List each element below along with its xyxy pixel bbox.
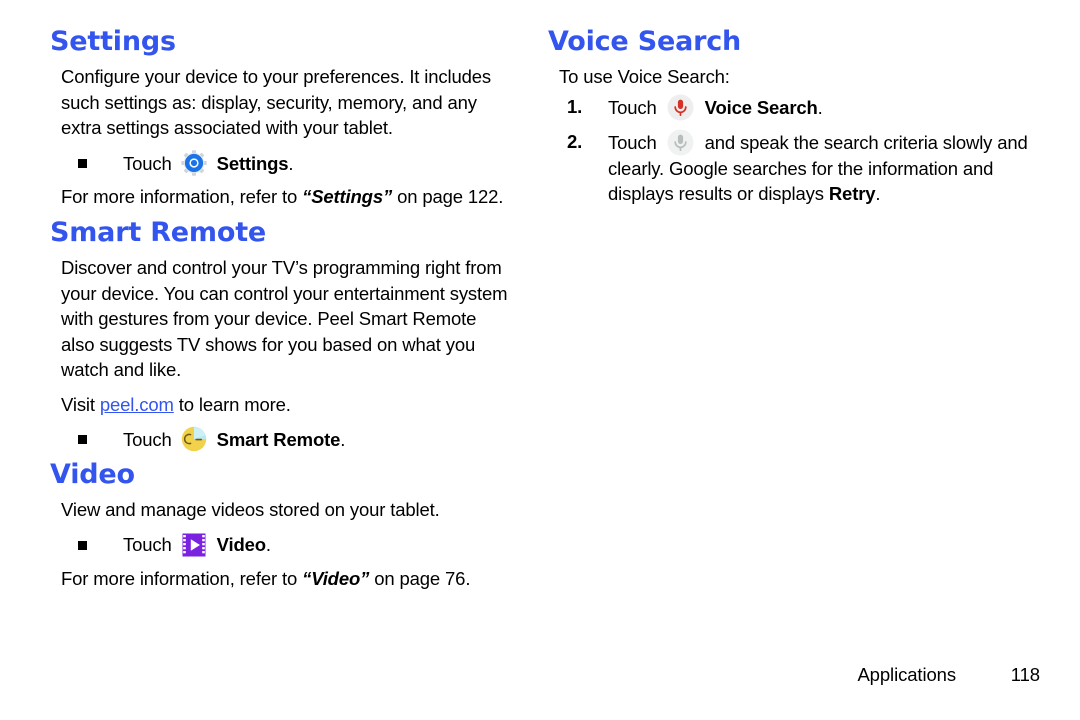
square-bullet-icon	[78, 435, 87, 445]
app-name-settings: Settings	[216, 152, 289, 174]
square-bullet-icon	[78, 540, 87, 550]
two-column-layout: Settings Configure your device to your p…	[0, 26, 1080, 600]
section-voice-search: Voice Search To use Voice Search: 1. Tou…	[548, 26, 1040, 207]
section-settings: Settings Configure your device to your p…	[50, 26, 512, 210]
period: .	[875, 183, 881, 205]
settings-gear-icon[interactable]	[180, 150, 207, 176]
period: .	[340, 429, 346, 451]
peel-com-link[interactable]: peel.com	[100, 394, 174, 415]
xref-lead: For more information, refer to	[61, 567, 298, 589]
xref-tail: on page 76.	[374, 567, 471, 589]
touch-label: Touch	[123, 152, 172, 174]
page-footer: Applications 118	[0, 664, 1080, 686]
bullet-list-settings: Touch Settings.	[50, 150, 512, 177]
bullet-item-smart-remote: Touch Smart Remote.	[50, 426, 512, 453]
cross-reference-settings: For more information, refer to “Settings…	[50, 184, 512, 210]
visit-line-smart-remote: Visit peel.com to learn more.	[50, 392, 512, 418]
paragraph-video: View and manage videos stored on your ta…	[61, 499, 440, 521]
heading-smart-remote: Smart Remote	[50, 216, 267, 248]
xref-lead: For more information, refer to	[61, 186, 298, 208]
touch-label: Touch	[123, 533, 172, 555]
touch-label: Touch	[608, 96, 657, 118]
paragraph-smart-remote: Discover and control your TV’s programmi…	[61, 257, 508, 381]
heading-video: Video	[50, 458, 135, 490]
footer-chapter-name: Applications	[857, 664, 956, 685]
period: .	[288, 152, 294, 174]
heading-voice-search: Voice Search	[548, 26, 742, 57]
xref-title: “Video”	[302, 567, 370, 589]
step-number: 2.	[567, 130, 583, 152]
intro-voice-search: To use Voice Search:	[559, 66, 730, 88]
microphone-gray-icon[interactable]	[667, 129, 694, 156]
left-column: Settings Configure your device to your p…	[0, 26, 520, 600]
microphone-red-icon[interactable]	[667, 94, 694, 121]
heading-settings: Settings	[50, 26, 176, 57]
square-bullet-icon	[78, 158, 87, 168]
document-page: Settings Configure your device to your p…	[0, 0, 1080, 720]
right-column: Voice Search To use Voice Search: 1. Tou…	[520, 26, 1080, 215]
voice-search-bold-text: Voice Search	[704, 96, 818, 118]
xref-title: “Settings”	[302, 186, 393, 208]
footer-page-number: 118	[1010, 664, 1040, 685]
bullet-list-smart-remote: Touch Smart Remote.	[50, 426, 512, 453]
bullet-item-video: Touch Video.	[50, 532, 512, 558]
video-icon[interactable]	[181, 532, 207, 558]
cross-reference-video: For more information, refer to “Video” o…	[50, 566, 512, 592]
step-number: 1.	[567, 95, 583, 117]
xref-tail: on page 122.	[397, 186, 504, 208]
touch-label: Touch	[123, 429, 172, 451]
bullet-item-settings: Touch Settings.	[50, 150, 512, 177]
period: .	[817, 96, 823, 118]
visit-lead: Visit	[61, 393, 95, 415]
numbered-list-voice-search: 1. Touch Voice Search. 2. Touch and spea…	[548, 94, 1040, 207]
retry-bold-text: Retry	[828, 183, 876, 205]
smart-remote-icon[interactable]	[181, 426, 207, 452]
section-video: Video View and manage videos stored on y…	[50, 458, 512, 592]
step-1: 1. Touch Voice Search.	[548, 94, 1040, 121]
visit-tail: to learn more.	[178, 393, 291, 415]
app-name-video: Video	[216, 533, 266, 555]
app-name-smart-remote: Smart Remote	[216, 429, 341, 451]
touch-label: Touch	[608, 131, 657, 153]
section-smart-remote: Smart Remote Discover and control your T…	[50, 216, 512, 453]
step-2: 2. Touch and speak the search criteria s…	[548, 129, 1040, 207]
paragraph-settings: Configure your device to your preference…	[61, 66, 491, 139]
period: .	[265, 533, 271, 555]
bullet-list-video: Touch Video.	[50, 532, 512, 558]
